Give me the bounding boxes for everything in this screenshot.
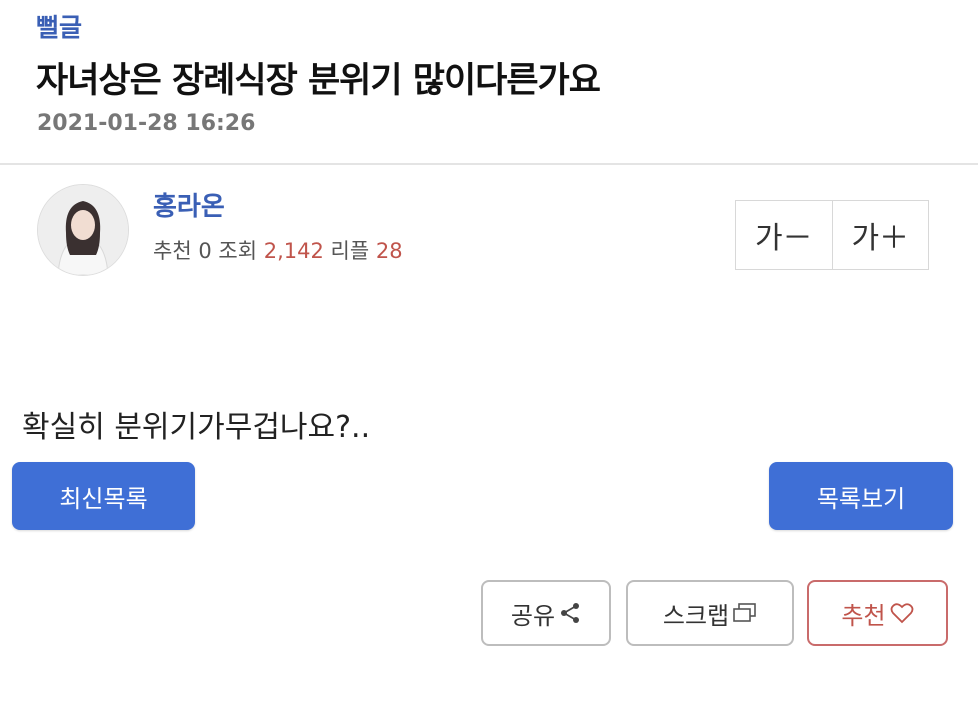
scrap-label: 스크랩: [662, 601, 730, 630]
recommend-button-label: 추천: [841, 601, 886, 630]
avatar[interactable]: [37, 184, 129, 276]
post-title: 자녀상은 장례식장 분위기 많이다른가요: [36, 61, 601, 101]
share-button[interactable]: 공유: [481, 580, 611, 646]
recommend-button[interactable]: 추천: [807, 580, 948, 646]
scrap-button[interactable]: 스크랩: [626, 580, 794, 646]
latest-list-button[interactable]: 최신목록: [12, 462, 195, 530]
post-stats: 추천 0 조회 2,142 리플 28: [153, 235, 403, 265]
view-list-button[interactable]: 목록보기: [769, 462, 953, 530]
scrap-icon: [733, 603, 757, 623]
recommend-label: 추천: [153, 239, 192, 263]
views-count: 2,142: [263, 239, 324, 263]
font-increase-button[interactable]: 가＋: [831, 201, 929, 269]
share-label: 공유: [510, 601, 556, 630]
share-icon: [559, 602, 581, 624]
avatar-image: [38, 185, 128, 275]
views-label: 조회: [218, 239, 258, 263]
font-decrease-button[interactable]: 가－: [736, 201, 832, 269]
replies-count: 28: [375, 239, 403, 263]
author-name[interactable]: 홍라온: [153, 186, 225, 223]
header-divider: [0, 163, 978, 165]
post-datetime: 2021-01-28 16:26: [37, 111, 256, 136]
heart-icon: [890, 602, 914, 624]
board-category[interactable]: 뻘글: [36, 8, 82, 44]
post-body: 확실히 분위기가무겁나요?..: [22, 410, 371, 445]
replies-label: 리플: [330, 239, 370, 263]
recommend-count: 0: [198, 239, 212, 263]
font-size-controls: 가－ 가＋: [735, 200, 929, 270]
